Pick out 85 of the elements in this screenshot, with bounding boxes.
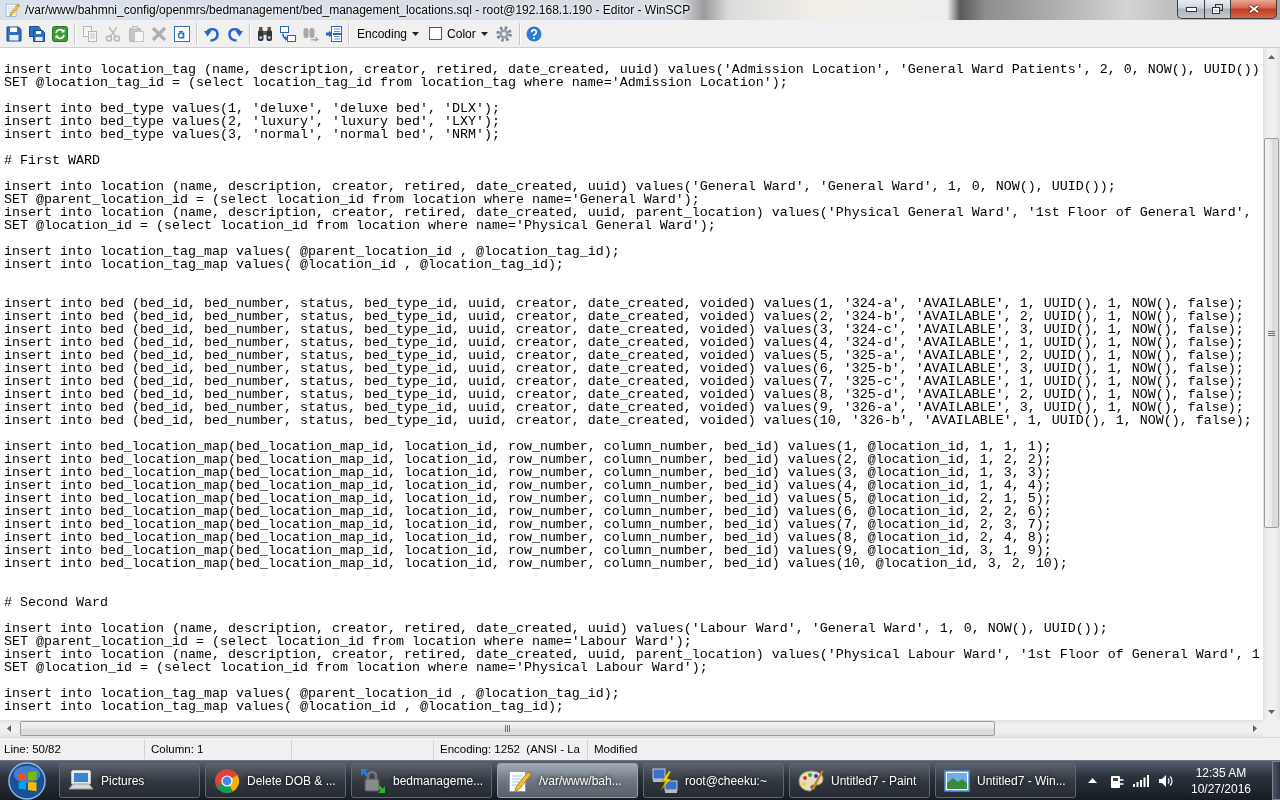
code-line: insert into location_tag_map values( @location_id , @location_tag_id); — [4, 700, 564, 713]
code-line: insert into bed_location_map(bed_location_map_id, location_id, row_number, column_number, bed_id) values(5, @location_id, 2, 1, 5); — [4, 492, 1052, 505]
code-line: insert into bed (bed_id, bed_number, status, bed_type_id, uuid, creator, date_created, voided) values(10, '326-b', 'AVAILABLE', 1, UUID(), 1, NOW(), false); — [4, 414, 1252, 427]
window-title: /var/www/bahmni_config/openmrs/bedmanagement/bed_management_locations.sql - root@192.168.1.190 - Editor - WinSCP — [25, 2, 691, 18]
notepad-icon — [4, 2, 20, 18]
clock-time: 12:35 AM — [1195, 764, 1247, 781]
restore-button[interactable] — [1204, 0, 1230, 19]
scrollbar-thumb[interactable] — [20, 721, 995, 736]
code-line: insert into bed (bed_id, bed_number, status, bed_type_id, uuid, creator, date_created, voided) values(3, '324-c', 'AVAILABLE', 3, UUID(), 1, NOW(), false); — [4, 323, 1244, 336]
taskbar-button[interactable]: Delete DOB & ... — [205, 763, 346, 798]
code-line: insert into location (name, description, creator, retired, date_created, uuid, parent_location) values('Physical Labour Ward', '1st Floor of General Ward', 1 — [4, 648, 1260, 661]
close-button[interactable] — [1230, 0, 1277, 19]
code-line: SET @location_tag_id = (select location_tag_id from location_tag where name='Admission Location'); — [4, 76, 788, 89]
grip-icon[interactable] — [1268, 330, 1275, 336]
code-line: insert into location (name, description, creator, retired, date_created, uuid) values('Labour Ward', 'General Ward', 1, 0, NOW(), UUID()); — [4, 622, 1108, 635]
up-arrow-icon[interactable] — [1268, 54, 1275, 59]
status-text: Encoding: 1252 (ANSI - La — [436, 740, 588, 759]
code-line: insert into bed (bed_id, bed_number, status, bed_type_id, uuid, creator, date_created, voided) values(7, '325-c', 'AVAILABLE', 1, UUID(), 1, NOW(), false); — [4, 375, 1244, 388]
vertical-scrollbar[interactable] — [1263, 48, 1280, 720]
close-icon[interactable] — [1247, 4, 1260, 14]
padlock-arrows-icon[interactable] — [360, 767, 386, 794]
code-line: insert into location (name, description, creator, retired, date_created, uuid, parent_location) values('Physical General Ward', '1st Floor of General Ward', — [4, 206, 1252, 219]
code-line: insert into bed_location_map(bed_location_map_id, location_id, row_number, column_number, bed_id) values(9, @location_id, 3, 1, 9); — [4, 544, 1052, 557]
status-text: Line: 50/82 — [0, 740, 145, 759]
encoding-dropdown[interactable]: Encoding — [352, 22, 425, 45]
caret-up-icon[interactable] — [1088, 778, 1097, 783]
code-line: insert into bed_location_map(bed_location_map_id, location_id, row_number, column_number, bed_id) values(10, @location_id, 3, 2, 10); — [4, 557, 1068, 570]
show-desktop-button[interactable] — [1272, 761, 1280, 800]
code-line: SET @parent_location_id = (select location_id from location where name='Labour Ward'); — [4, 635, 692, 648]
taskbar-button[interactable]: bedmanageme... — [351, 763, 492, 798]
picture-icon[interactable] — [944, 767, 970, 794]
minimize-button[interactable] — [1177, 0, 1204, 19]
caret-icon[interactable] — [412, 31, 420, 36]
code-line: insert into bed (bed_id, bed_number, status, bed_type_id, uuid, creator, date_created, voided) values(6, '325-b', 'AVAILABLE', 3, UUID(), 1, NOW(), false); — [4, 362, 1244, 375]
code-line: insert into bed_location_map(bed_location_map_id, location_id, row_number, column_number, bed_id) values(4, @location_id, 1, 4, 4); — [4, 479, 1052, 492]
taskbar-button[interactable]: Untitled7 - Paint — [789, 763, 930, 798]
taskbar-button[interactable]: Untitled7 - Win... — [935, 763, 1076, 798]
code-line: insert into bed_location_map(bed_location_map_id, location_id, row_number, column_number, bed_id) values(6, @location_id, 2, 2, 6); — [4, 505, 1052, 518]
code-line: insert into bed_type values(2, 'luxury', 'luxury bed', 'LXY'); — [4, 115, 500, 128]
taskbar-button[interactable]: /var/www/bah... — [497, 763, 638, 798]
code-line: insert into bed (bed_id, bed_number, status, bed_type_id, uuid, creator, date_created, voided) values(5, '325-a', 'AVAILABLE', 2, UUID(), 1, NOW(), false); — [4, 349, 1244, 362]
grip-icon[interactable] — [505, 725, 510, 732]
code-line: insert into bed_location_map(bed_location_map_id, location_id, row_number, column_number, bed_id) values(8, @location_id, 2, 4, 8); — [4, 531, 1052, 544]
code-line: insert into location_tag_map values( @parent_location_id , @location_tag_id); — [4, 245, 620, 258]
computers-lightning-icon[interactable] — [652, 767, 678, 794]
left-arrow-icon[interactable] — [6, 725, 11, 732]
clock-date: 10/27/2016 — [1190, 780, 1252, 797]
code-line: insert into bed (bed_id, bed_number, status, bed_type_id, uuid, creator, date_created, voided) values(8, '325-d', 'AVAILABLE', 2, UUID(), 1, NOW(), false); — [4, 388, 1244, 401]
code-line: # Second Ward — [4, 596, 108, 609]
code-line: insert into bed_location_map(bed_location_map_id, location_id, row_number, column_number, bed_id) values(2, @location_id, 1, 2, 2); — [4, 453, 1052, 466]
code-line: insert into location_tag_map values( @parent_location_id , @location_tag_id); — [4, 687, 620, 700]
code-line: insert into bed (bed_id, bed_number, status, bed_type_id, uuid, creator, date_created, voided) values(9, '326-a', 'AVAILABLE', 3, UUID(), 1, NOW(), false); — [4, 401, 1244, 414]
code-line: insert into bed (bed_id, bed_number, status, bed_type_id, uuid, creator, date_created, voided) values(2, '324-b', 'AVAILABLE', 2, UUID(), 1, NOW(), false); — [4, 310, 1244, 323]
down-arrow-icon[interactable] — [1268, 709, 1275, 714]
minimize-icon[interactable] — [1185, 6, 1197, 12]
code-line: SET @location_id = (select location_id from location where name='Physical General Ward'); — [4, 219, 716, 232]
speaker-icon[interactable] — [1158, 773, 1174, 788]
restore-icon[interactable] — [1212, 4, 1223, 14]
right-arrow-icon[interactable] — [1252, 725, 1257, 732]
color-dropdown[interactable]: Color — [424, 22, 493, 45]
code-line: insert into bed_location_map(bed_location_map_id, location_id, row_number, column_number, bed_id) values(3, @location_id, 1, 3, 3); — [4, 466, 1052, 479]
code-line: SET @location_id = (select location_id from location where name='Physical Labour Ward'); — [4, 661, 708, 674]
code-line: insert into location_tag (name, description, creator, retired, date_created, uuid) values('Admission Location', 'General Ward Patients', 2, 0, NOW(), UUID()) — [4, 63, 1260, 76]
status-text: Column: 1 — [147, 740, 292, 759]
palette-icon[interactable] — [798, 767, 824, 794]
code-line: insert into bed_location_map(bed_location_map_id, location_id, row_number, column_number, bed_id) values(7, @location_id, 2, 3, 7); — [4, 518, 1052, 531]
code-line: insert into location_tag_map values( @location_id , @location_tag_id); — [4, 258, 564, 271]
taskbar-button[interactable]: Pictures — [59, 763, 200, 798]
scrollbar-thumb[interactable] — [1264, 138, 1279, 528]
caret-icon[interactable] — [480, 31, 488, 36]
code-line: # First WARD — [4, 154, 100, 167]
code-line: insert into bed_location_map(bed_location_map_id, location_id, row_number, column_number, bed_id) values(1, @location_id, 1, 1, 1); — [4, 440, 1052, 453]
code-line: insert into bed_type values(3, 'normal', 'normal bed', 'NRM'); — [4, 128, 500, 141]
code-line: insert into bed (bed_id, bed_number, status, bed_type_id, uuid, creator, date_created, voided) values(1, '324-a', 'AVAILABLE', 1, UUID(), 1, NOW(), false); — [4, 297, 1244, 310]
signal-bars-icon[interactable] — [1133, 774, 1149, 787]
horizontal-scrollbar[interactable] — [0, 720, 1263, 737]
code-line: insert into bed_type values(1, 'deluxe', 'deluxe bed', 'DLX'); — [4, 102, 500, 115]
status-text: Modified — [593, 742, 639, 757]
color-swatch-icon[interactable] — [429, 27, 443, 40]
code-line: insert into bed (bed_id, bed_number, status, bed_type_id, uuid, creator, date_created, voided) values(4, '324-d', 'AVAILABLE', 1, UUID(), 1, NOW(), false); — [4, 336, 1244, 349]
circle-logo-icon[interactable] — [214, 767, 240, 794]
code-line: insert into location (name, description, creator, retired, date_created, uuid) values('General Ward', 'General Ward', 1, 0, NOW(), UUID()); — [4, 180, 1116, 193]
taskbar-button[interactable]: root@cheeku:~ — [643, 763, 784, 798]
code-line: SET @parent_location_id = (select location_id from location where name='General Ward'); — [4, 193, 700, 206]
start-orb-icon[interactable] — [8, 761, 46, 800]
